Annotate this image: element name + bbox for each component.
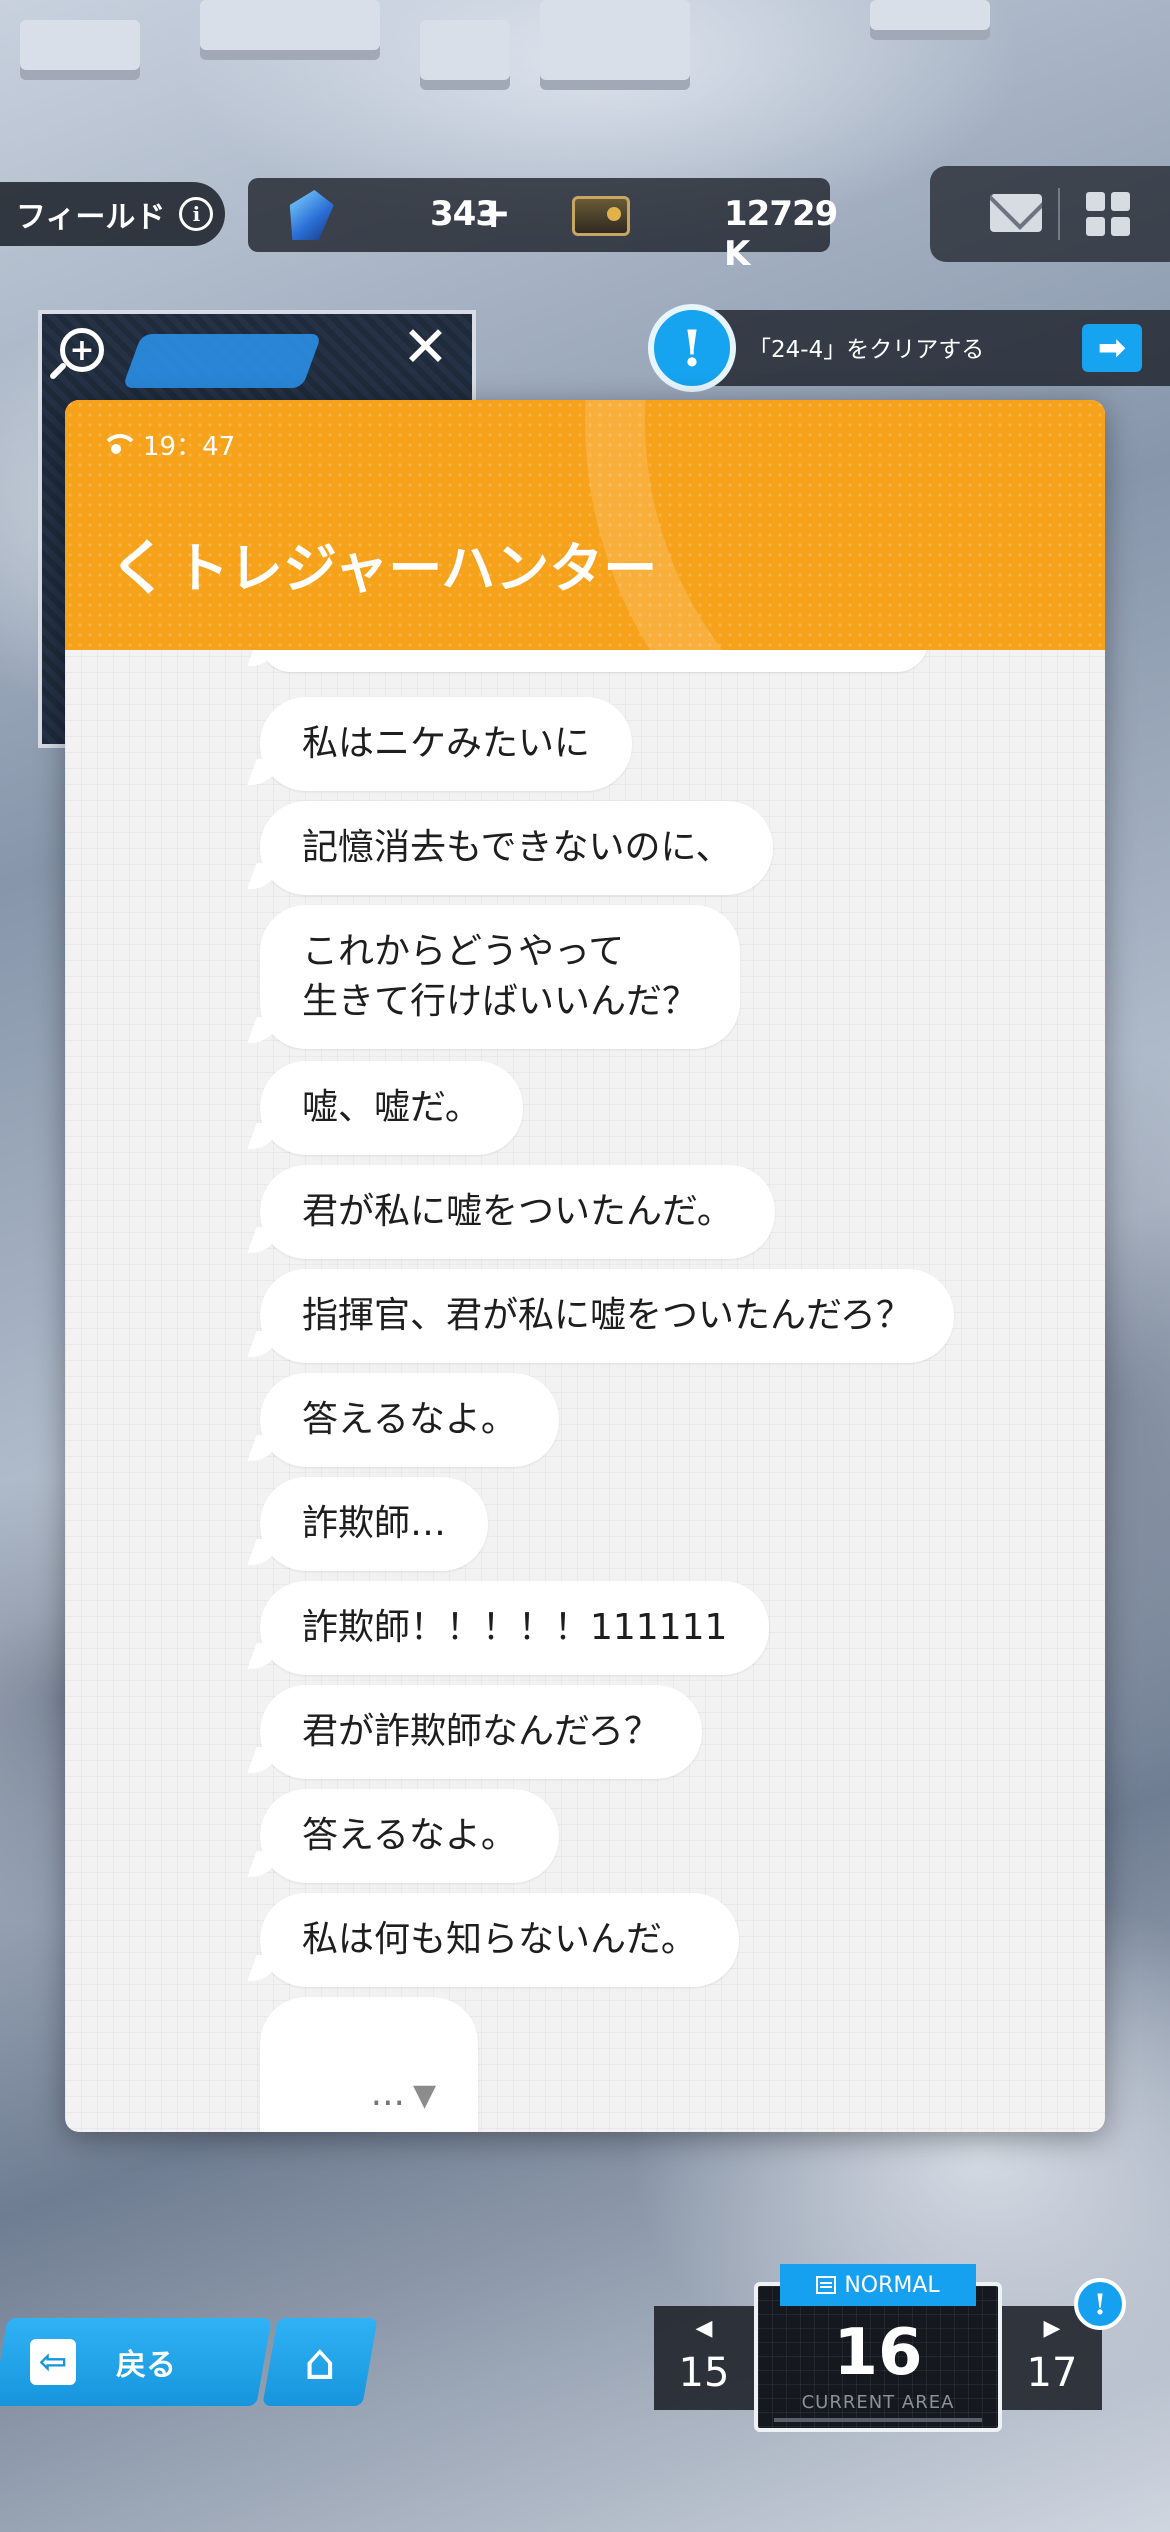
typing-bubble[interactable]: ... ▼ [260,1997,479,2132]
chat-bubble: これからどうやって 生きて行けばいいんだ？ [260,905,741,1049]
chat-bubble: 詐欺師… [260,1477,489,1571]
currency-bar: 343 + 12729 K [248,178,838,274]
mission-banner[interactable]: ! 「24-4」をクリアする ➡ [648,304,1170,392]
difficulty-tag[interactable]: NORMAL [780,2264,976,2306]
next-area-number: 17 [1026,2350,1078,2396]
current-area-caption: CURRENT AREA [801,2392,955,2413]
chat-messages[interactable]: 私はニケみたいに 記憶消去もできないのに、 これからどうやって 生きて行けばいい… [65,650,1105,2132]
chat-bubble: 答えるなよ。 [260,1373,559,1467]
chat-bubble: 記憶消去もできないのに、 [260,801,774,895]
minimap-route [122,334,322,388]
add-gems-button[interactable]: + [476,188,511,237]
home-button[interactable]: ⌂ [262,2318,378,2406]
chat-window: 19：47 く トレジャーハンター 私はニケみたいに 記憶消去もできないのに、 … [65,400,1105,2132]
close-icon[interactable]: ✕ [402,320,449,376]
difficulty-label: NORMAL [844,2272,940,2298]
chat-bubble-partial [260,650,928,672]
chat-bubble: 私はニケみたいに [260,697,633,791]
chat-bubble: 詐欺師！！！！！111111 [260,1581,770,1675]
prev-area-button[interactable]: ◀ 15 [654,2306,754,2410]
area-alert-icon: ! [1074,2278,1126,2330]
current-area-panel[interactable]: NORMAL 16 CURRENT AREA [754,2264,1002,2432]
zoom-in-icon[interactable]: + [60,328,104,372]
field-label[interactable]: フィールド i [0,182,225,246]
mission-go-button[interactable]: ➡ [1082,324,1142,372]
chat-bubble: 答えるなよ。 [260,1789,559,1883]
home-icon: ⌂ [304,2333,336,2391]
chat-bubble: 君が詐欺師なんだろ？ [260,1685,702,1779]
menu-grid-icon[interactable] [1086,192,1130,236]
list-icon [816,2276,837,2294]
prev-area-number: 15 [678,2350,730,2396]
area-selector: ◀ 15 NORMAL 16 CURRENT AREA ▶ 17 [654,2264,1102,2432]
chat-title[interactable]: く トレジャーハンター [109,520,657,607]
wifi-icon [101,433,139,456]
gem-icon [284,190,337,240]
status-time: 19：47 [143,432,236,462]
chat-bubble: 私は何も知らないんだ。 [260,1893,739,1987]
mail-icon[interactable] [990,194,1042,232]
status-bar: 19：47 [101,426,235,463]
credit-card-icon [572,196,630,236]
chat-title-text: トレジャーハンター [175,537,658,600]
prev-triangle-icon: ◀ [695,2316,713,2341]
alert-icon: ! [648,304,736,392]
chat-bubble: 嘘、嘘だ。 [260,1061,523,1155]
area-progress-line [774,2418,982,2422]
mission-text: 「24-4」をクリアする [748,337,985,363]
credit-amount: 12729 K [724,194,838,274]
current-area-number: 16 [833,2316,923,2390]
back-chevron-icon[interactable]: く [109,520,169,607]
chat-bubble: 君が私に嘘をついたんだ。 [260,1165,775,1259]
typing-dots: ... [370,2073,406,2114]
top-right-menu [930,166,1170,262]
chat-bubble: 指揮官、君が私に嘘をついたんだろ？ [260,1269,954,1363]
back-button[interactable]: ⇦ 戻る [0,2318,272,2406]
divider [1058,188,1060,240]
info-icon[interactable]: i [179,197,214,231]
next-arrow-icon: ▼ [413,2078,437,2113]
field-label-text: フィールド [16,200,166,235]
back-label: 戻る [116,2348,176,2383]
chat-header: 19：47 く トレジャーハンター [65,400,1105,650]
exit-icon: ⇦ [29,2339,76,2385]
